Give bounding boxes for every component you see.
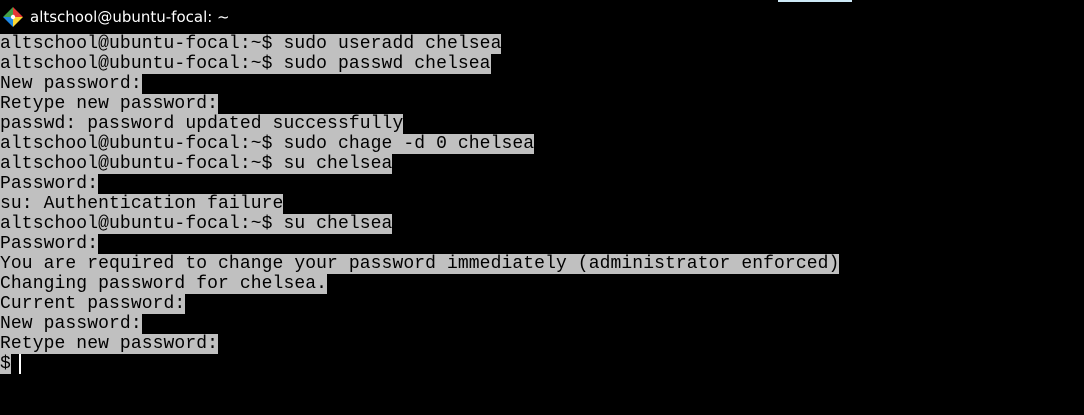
terminal-line: altschool@ubuntu-focal:~$ sudo useradd c… — [0, 34, 1084, 54]
terminal-line: Retype new password: — [0, 334, 1084, 354]
selected-text: altschool@ubuntu-focal:~$ sudo passwd ch… — [0, 54, 491, 74]
terminal-line: New password: — [0, 74, 1084, 94]
selected-text: altschool@ubuntu-focal:~$ sudo useradd c… — [0, 34, 502, 54]
shell-prompt: $ — [0, 354, 11, 374]
terminal-line: passwd: password updated successfully — [0, 114, 1084, 134]
terminal-line: Retype new password: — [0, 94, 1084, 114]
terminal-prompt-line: $ — [0, 354, 1084, 374]
selected-text: Changing password for chelsea. — [0, 274, 328, 294]
terminal-line: You are required to change your password… — [0, 254, 1084, 274]
selected-text: altschool@ubuntu-focal:~$ su chelsea — [0, 154, 393, 174]
selected-text: Retype new password: — [0, 94, 219, 114]
terminal-line: altschool@ubuntu-focal:~$ sudo passwd ch… — [0, 54, 1084, 74]
text-cursor — [18, 354, 21, 374]
selected-text: su: Authentication failure — [0, 194, 284, 214]
selected-text: You are required to change your password… — [0, 254, 840, 274]
selected-text: passwd: password updated successfully — [0, 114, 404, 134]
title-bar[interactable]: altschool@ubuntu-focal: ~ — [0, 0, 1084, 34]
terminal-line: altschool@ubuntu-focal:~$ su chelsea — [0, 214, 1084, 234]
terminal-output[interactable]: altschool@ubuntu-focal:~$ sudo useradd c… — [0, 34, 1084, 415]
window-title: altschool@ubuntu-focal: ~ — [30, 8, 230, 26]
selected-text: New password: — [0, 314, 142, 334]
selected-text: Password: — [0, 234, 99, 254]
selected-text: altschool@ubuntu-focal:~$ sudo chage -d … — [0, 134, 535, 154]
git-bash-icon — [3, 7, 23, 27]
terminal-line: su: Authentication failure — [0, 194, 1084, 214]
title-accent-bar — [778, 0, 852, 2]
terminal-line: Password: — [0, 234, 1084, 254]
selected-text: Retype new password: — [0, 334, 219, 354]
terminal-line: altschool@ubuntu-focal:~$ sudo chage -d … — [0, 134, 1084, 154]
selected-text: Password: — [0, 174, 99, 194]
terminal-line: Current password: — [0, 294, 1084, 314]
terminal-line: Password: — [0, 174, 1084, 194]
terminal-line: altschool@ubuntu-focal:~$ su chelsea — [0, 154, 1084, 174]
terminal-window: altschool@ubuntu-focal: ~ altschool@ubun… — [0, 0, 1084, 415]
terminal-line: New password: — [0, 314, 1084, 334]
selected-text: Current password: — [0, 294, 186, 314]
icon-center-dot — [10, 14, 16, 20]
selected-text: New password: — [0, 74, 142, 94]
selected-text: altschool@ubuntu-focal:~$ su chelsea — [0, 214, 393, 234]
terminal-line: Changing password for chelsea. — [0, 274, 1084, 294]
